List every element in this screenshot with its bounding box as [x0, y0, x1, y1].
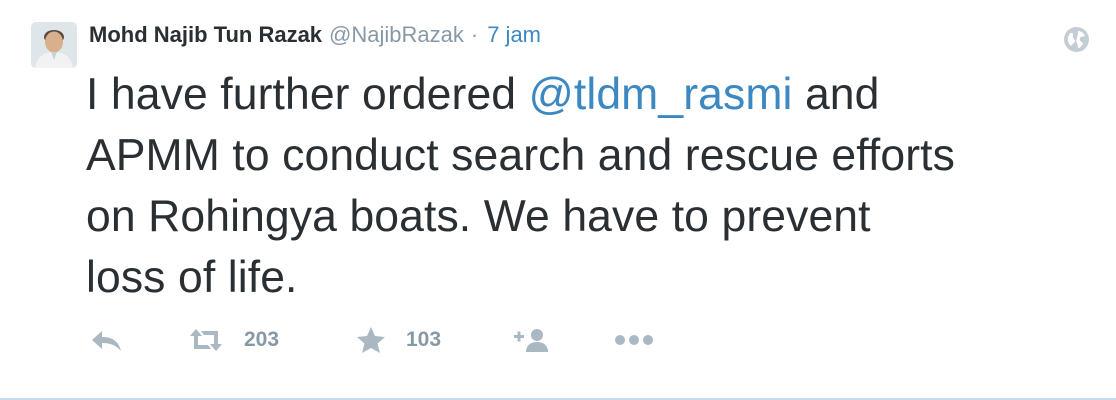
retweet-icon — [188, 327, 224, 353]
fullname[interactable]: Mohd Najib Tun Razak — [89, 22, 322, 48]
username[interactable]: @NajibRazak — [329, 22, 464, 48]
more-button[interactable] — [614, 318, 654, 362]
reply-button[interactable] — [88, 318, 124, 362]
tweet-text-line-2: APMM to conduct search and rescue effort… — [86, 131, 955, 180]
mention-link[interactable]: @tldm_rasmi — [529, 70, 793, 119]
separator: · — [470, 22, 479, 47]
timestamp[interactable]: 7 jam — [487, 22, 541, 48]
favorite-count[interactable]: 103 — [406, 328, 441, 352]
tweet-actions: 203 103 — [88, 318, 788, 362]
tweet-text: I have further ordered @tldm_rasmi and A… — [86, 64, 1086, 308]
avatar[interactable] — [31, 22, 77, 68]
follow-button[interactable] — [512, 318, 550, 362]
ellipsis-icon — [614, 333, 654, 347]
retweet-button[interactable]: 203 — [188, 318, 279, 362]
globe-icon — [1063, 26, 1090, 53]
add-user-icon — [512, 326, 550, 354]
tweet-header: Mohd Najib Tun Razak @NajibRazak · 7 jam — [89, 22, 541, 52]
tweet-text-fragment: I have further ordered — [86, 70, 529, 119]
tweet-text-line-4: loss of life. — [86, 253, 298, 302]
reply-icon — [88, 327, 124, 353]
avatar-image — [31, 22, 77, 68]
star-icon — [356, 326, 386, 354]
tweet-text-line-3: on Rohingya boats. We have to prevent — [86, 192, 871, 241]
tweet-text-line-1: I have further ordered @tldm_rasmi and — [86, 64, 1086, 125]
tweet-text-fragment: and — [792, 70, 880, 119]
retweet-count[interactable]: 203 — [244, 328, 279, 352]
tweet-card: Mohd Najib Tun Razak @NajibRazak · 7 jam… — [0, 0, 1116, 400]
favorite-button[interactable]: 103 — [356, 318, 441, 362]
